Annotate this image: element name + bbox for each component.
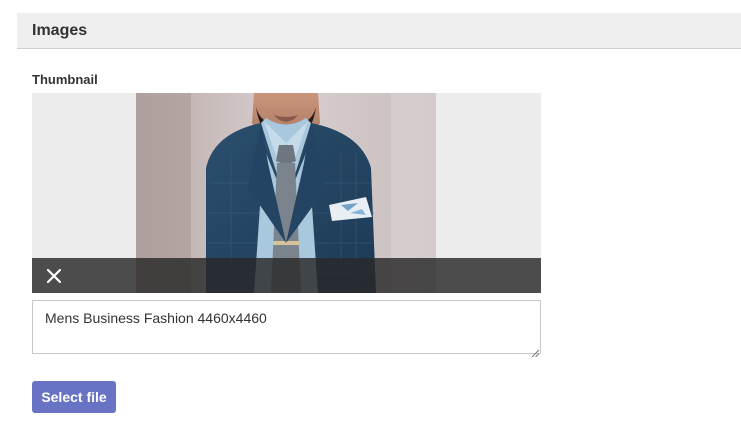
select-file-button[interactable]: Select file	[32, 381, 116, 413]
thumbnail-toolbar	[32, 258, 541, 293]
section-title: Images	[32, 22, 88, 39]
thumbnail-label: Thumbnail	[32, 72, 98, 87]
close-icon[interactable]	[42, 264, 66, 288]
resize-handle-icon[interactable]	[531, 344, 540, 358]
section-header: Images	[17, 13, 741, 49]
thumbnail-preview	[32, 93, 541, 293]
thumbnail-caption-input[interactable]: Mens Business Fashion 4460x4460	[32, 300, 541, 354]
